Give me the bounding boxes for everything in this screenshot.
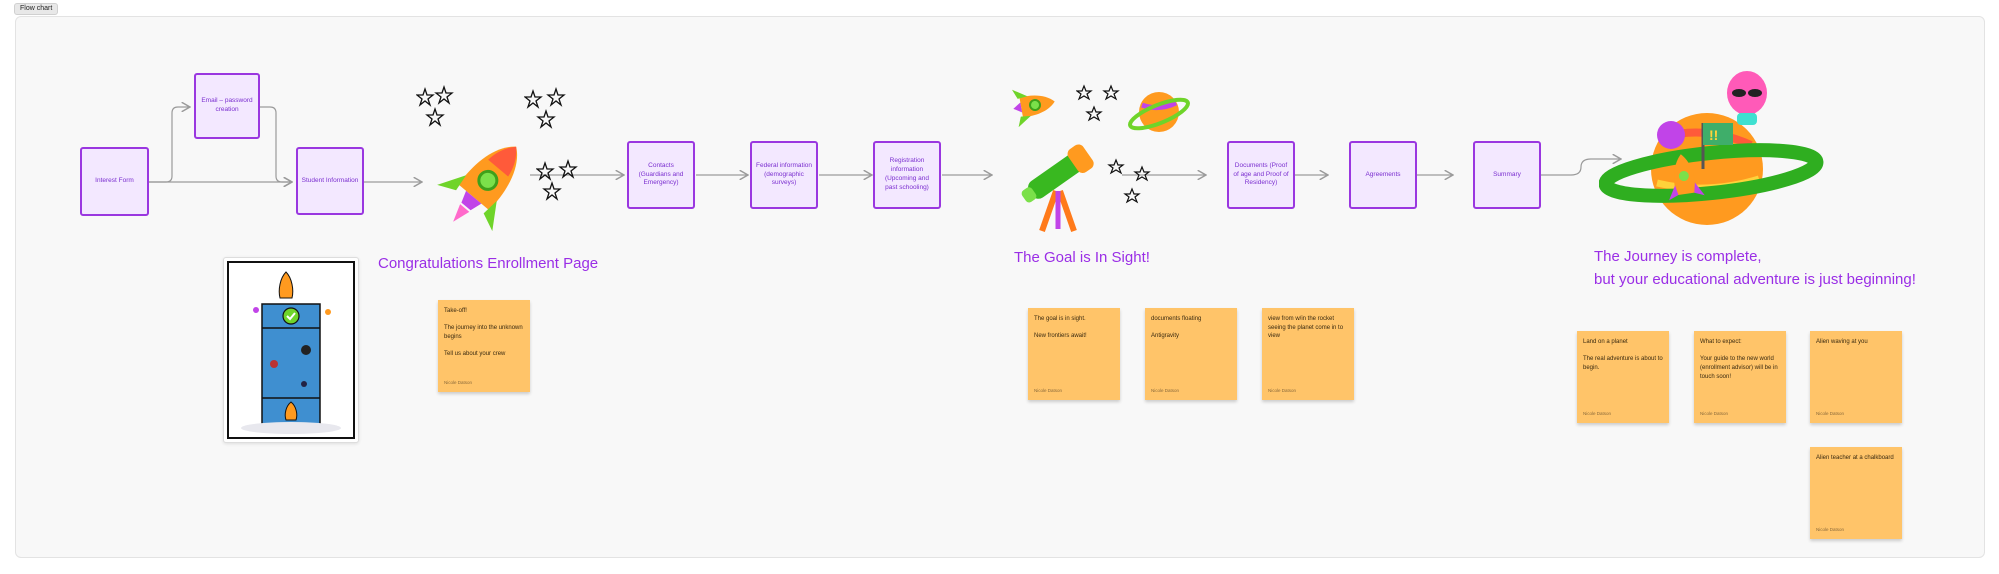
sticky-note-author: Nicole Datson bbox=[1816, 411, 1845, 417]
flow-step-label: Interest Form bbox=[95, 177, 134, 185]
planet-icon bbox=[1128, 92, 1190, 132]
flow-step-label: Registration information (Upcoming and p… bbox=[884, 157, 930, 191]
goal-heading: The Goal is In Sight! bbox=[1014, 249, 1150, 266]
flow-step-student-information[interactable]: Student Information bbox=[296, 147, 364, 215]
telescope-icon bbox=[1021, 144, 1094, 232]
sticky-note-text: Alien teacher at a chalkboard bbox=[1816, 455, 1894, 461]
sticky-note-takeoff[interactable]: Take-off! The journey into the unknown b… bbox=[438, 300, 530, 392]
flow-chart-tab[interactable]: Flow chart bbox=[14, 3, 59, 15]
flow-step-contacts[interactable]: Contacts (Guardians and Emergency) bbox=[627, 141, 695, 209]
sticky-note-text: view from w/in the rocket seeing the pla… bbox=[1268, 316, 1344, 340]
phone-mockup-image bbox=[223, 257, 359, 443]
sticky-note-author: Nicole Datson bbox=[1816, 527, 1845, 533]
phone-mockup-illustration bbox=[227, 261, 355, 439]
sticky-note-author: Nicole Datson bbox=[444, 380, 473, 386]
flow-step-label: Summary bbox=[1493, 170, 1521, 178]
flow-step-interest-form[interactable]: Interest Form bbox=[80, 147, 149, 216]
flow-step-summary[interactable]: Summary bbox=[1473, 141, 1541, 209]
stars-icon bbox=[536, 159, 578, 201]
flow-step-label: Email – password creation bbox=[201, 97, 253, 113]
congratulations-heading: Congratulations Enrollment Page bbox=[378, 255, 599, 272]
rocket-icon bbox=[437, 146, 518, 232]
flow-step-documents[interactable]: Documents (Proof of age and Proof of Res… bbox=[1227, 141, 1295, 209]
flow-step-email-password[interactable]: Email – password creation bbox=[194, 73, 260, 139]
sticky-note-text: documents floating Antigravity bbox=[1151, 316, 1202, 340]
journey-heading-line1: The Journey is complete, bbox=[1594, 248, 1762, 265]
sticky-note-author: Nicole Datson bbox=[1700, 411, 1729, 417]
sticky-note-what-to-expect[interactable]: What to expect: Your guide to the new wo… bbox=[1694, 331, 1786, 423]
sticky-note-text: The goal is in sight. New frontiers awai… bbox=[1034, 316, 1087, 340]
sticky-note-alien-waving[interactable]: Alien waving at you Nicole Datson bbox=[1810, 331, 1902, 423]
stars-icon bbox=[416, 85, 454, 127]
stars-icon bbox=[524, 87, 566, 129]
sticky-note-author: Nicole Datson bbox=[1268, 388, 1297, 394]
rocket-icon bbox=[1012, 89, 1055, 127]
journey-heading-line2: but your educational adventure is just b… bbox=[1594, 271, 1916, 288]
sticky-note-text: What to expect: Your guide to the new wo… bbox=[1700, 339, 1778, 380]
flow-step-agreements[interactable]: Agreements bbox=[1349, 141, 1417, 209]
whiteboard-canvas[interactable]: Interest Form Email – password creation … bbox=[15, 16, 1985, 558]
flow-step-label: Student Information bbox=[301, 176, 359, 184]
svg-text:!!: !! bbox=[1709, 127, 1718, 143]
sticky-note-window-view[interactable]: view from w/in the rocket seeing the pla… bbox=[1262, 308, 1354, 400]
sticky-note-author: Nicole Datson bbox=[1034, 388, 1063, 394]
sticky-note-text: Alien waving at you bbox=[1816, 339, 1868, 345]
sticky-note-author: Nicole Datson bbox=[1583, 411, 1612, 417]
flow-step-registration-information[interactable]: Registration information (Upcoming and p… bbox=[873, 141, 941, 209]
flow-step-federal-information[interactable]: Federal information (demographic surveys… bbox=[750, 141, 818, 209]
flow-step-label: Contacts (Guardians and Emergency) bbox=[638, 161, 684, 187]
sticky-note-alien-teacher[interactable]: Alien teacher at a chalkboard Nicole Dat… bbox=[1810, 447, 1902, 539]
flow-step-label: Documents (Proof of age and Proof of Res… bbox=[1233, 161, 1289, 187]
alien-icon bbox=[1727, 71, 1767, 125]
stars-icon bbox=[1076, 84, 1120, 122]
sticky-note-text: Land on a planet The real adventure is a… bbox=[1583, 339, 1663, 372]
flow-step-label: Agreements bbox=[1365, 170, 1401, 178]
sticky-note-author: Nicole Datson bbox=[1151, 388, 1180, 394]
sticky-note-land-planet[interactable]: Land on a planet The real adventure is a… bbox=[1577, 331, 1669, 423]
flow-step-label: Federal information (demographic surveys… bbox=[756, 161, 812, 187]
sticky-note-goal[interactable]: The goal is in sight. New frontiers awai… bbox=[1028, 308, 1120, 400]
planet-icon: !! bbox=[1599, 71, 1824, 225]
sticky-note-text: Take-off! The journey into the unknown b… bbox=[444, 308, 523, 358]
stars-icon bbox=[1107, 158, 1151, 204]
sticky-note-antigravity[interactable]: documents floating Antigravity Nicole Da… bbox=[1145, 308, 1237, 400]
